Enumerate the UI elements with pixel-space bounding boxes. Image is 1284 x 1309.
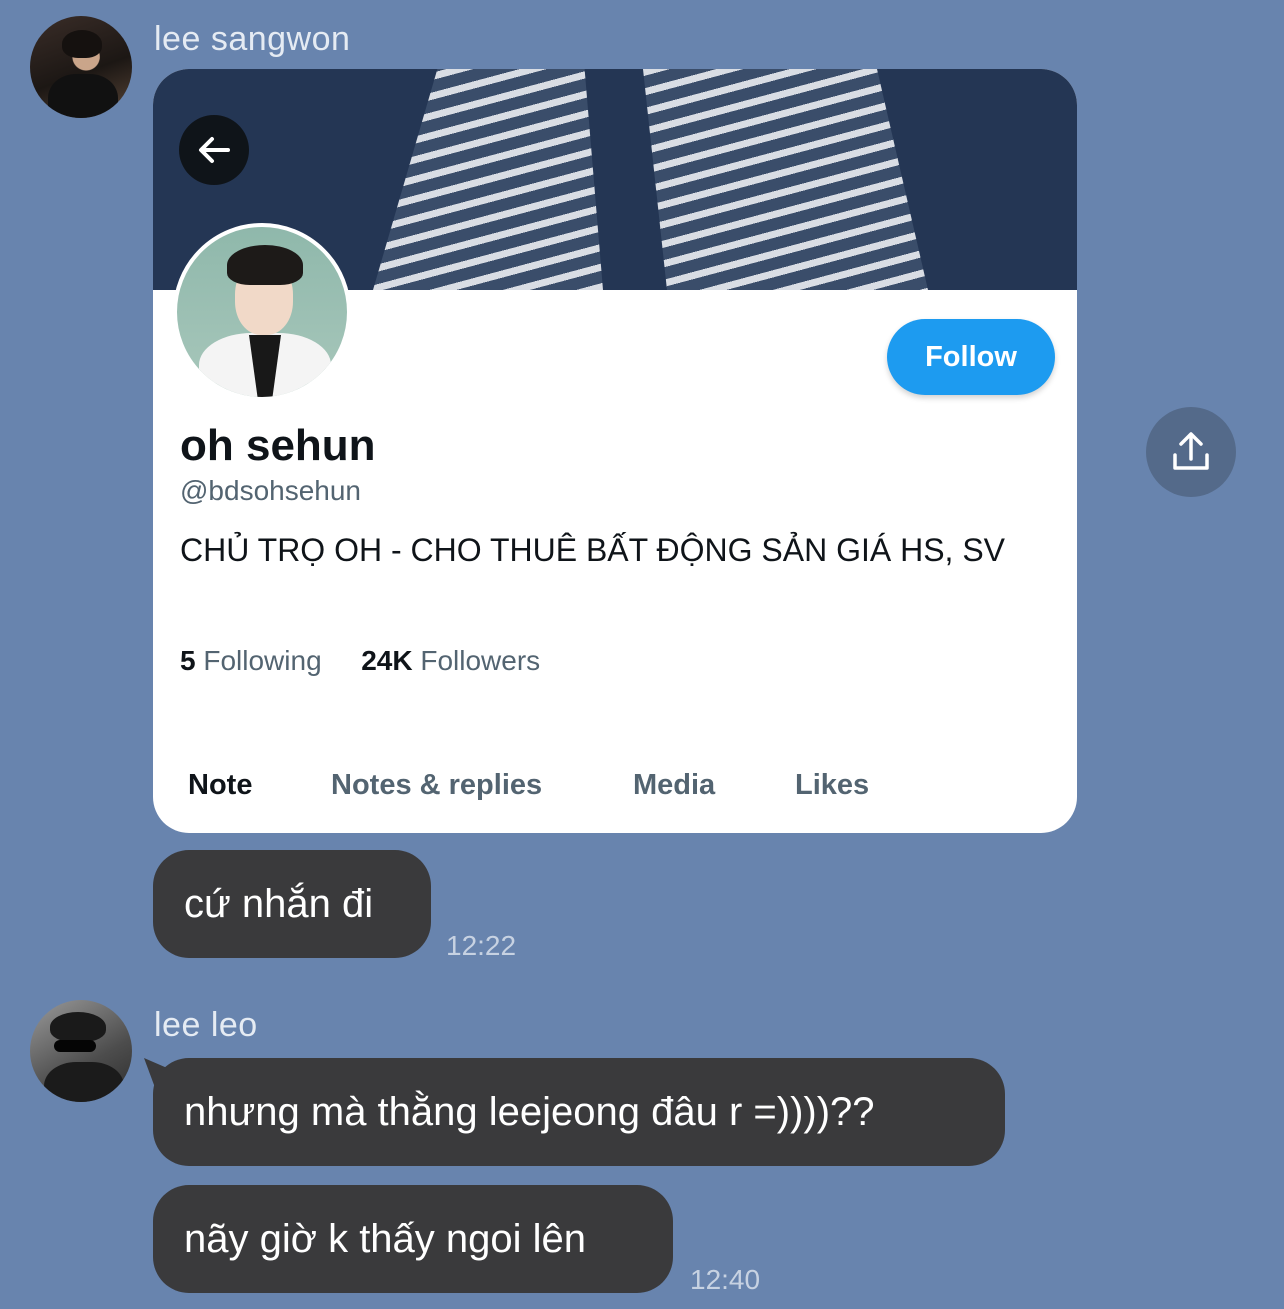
- message-bubble[interactable]: cứ nhắn đi: [153, 850, 431, 958]
- profile-display-name: oh sehun: [180, 421, 376, 470]
- message-timestamp: 12:40: [690, 1264, 761, 1295]
- tab-media[interactable]: Media: [633, 769, 715, 802]
- message-timestamp: 12:22: [446, 930, 517, 961]
- shared-profile-card[interactable]: Follow oh sehun @bdsohsehun CHỦ TRỌ OH -…: [153, 69, 1077, 833]
- profile-stats: 5 Following 24K Followers: [180, 645, 540, 677]
- share-icon: [1173, 432, 1209, 470]
- profile-handle: @bdsohsehun: [180, 475, 362, 506]
- followers-stat[interactable]: 24K Followers: [361, 645, 540, 676]
- profile-tabs: Note Notes & replies Media Likes: [153, 769, 1077, 813]
- following-stat[interactable]: 5 Following: [180, 645, 322, 676]
- sender-name: lee leo: [154, 1006, 258, 1044]
- follow-button[interactable]: Follow: [887, 319, 1055, 395]
- tab-note[interactable]: Note: [188, 769, 252, 802]
- arrow-left-icon: [199, 137, 230, 163]
- avatar-lee-sangwon[interactable]: [30, 16, 132, 118]
- share-button[interactable]: [1146, 407, 1236, 497]
- tab-likes[interactable]: Likes: [795, 769, 869, 802]
- message-bubble[interactable]: nhưng mà thằng leejeong đâu r =))))??: [153, 1058, 1005, 1166]
- back-button[interactable]: [179, 115, 249, 185]
- sender-name: lee sangwon: [154, 20, 351, 58]
- tab-notes-replies[interactable]: Notes & replies: [331, 769, 542, 802]
- avatar-lee-leo[interactable]: [30, 1000, 132, 1102]
- profile-avatar[interactable]: [173, 223, 351, 401]
- profile-bio: CHỦ TRỌ OH - CHO THUÊ BẤT ĐỘNG SẢN GIÁ H…: [180, 532, 1005, 568]
- message-bubble[interactable]: nãy giờ k thấy ngoi lên: [153, 1185, 673, 1293]
